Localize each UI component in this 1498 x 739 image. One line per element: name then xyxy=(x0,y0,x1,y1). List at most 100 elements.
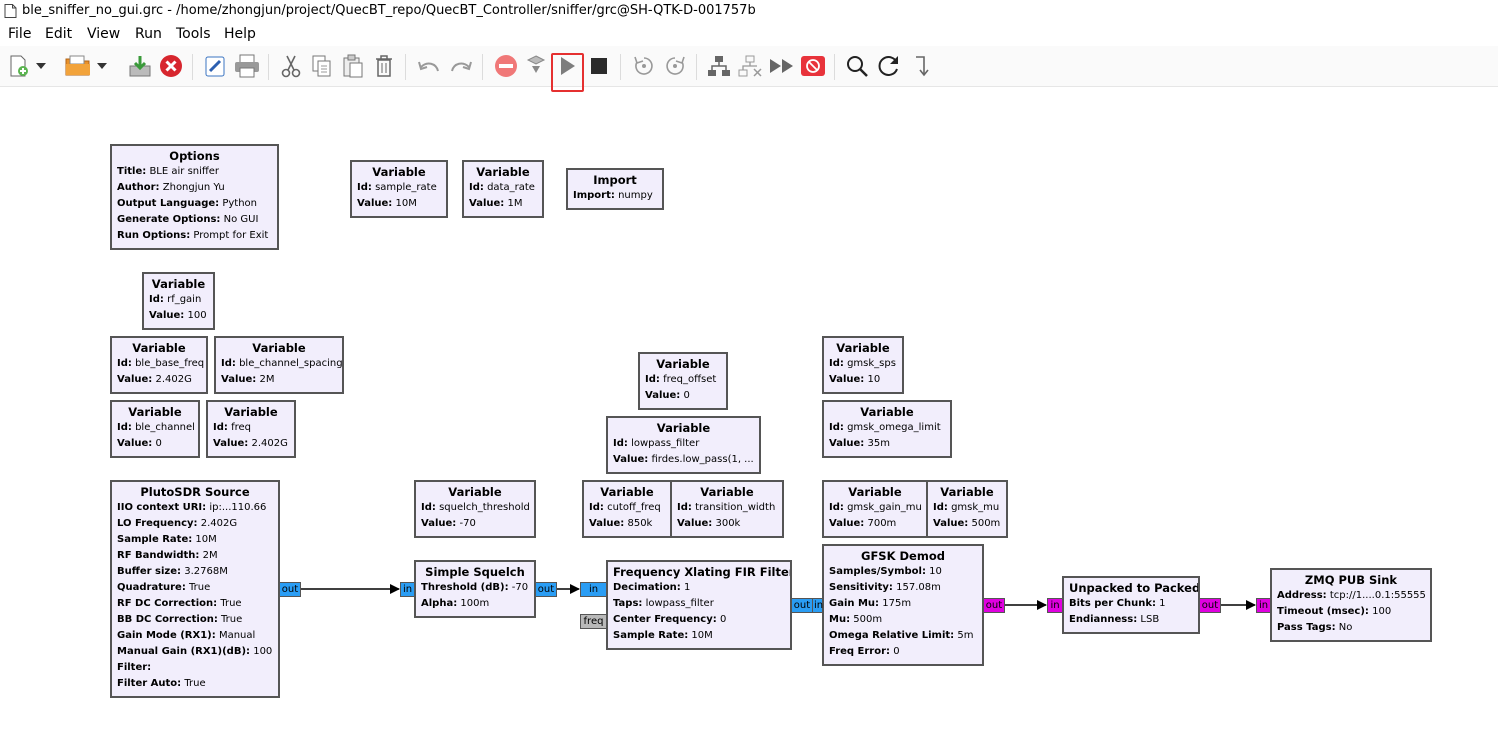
variable-squelch-threshold-block[interactable]: Variable Id: squelch_threshold Value: -7… xyxy=(414,480,536,538)
xlating-freq-port[interactable]: freq xyxy=(580,614,607,629)
squelch-out-port[interactable]: out xyxy=(535,582,557,597)
new-icon[interactable] xyxy=(5,52,33,80)
param-value: 300k xyxy=(715,518,741,529)
param-label: Value: xyxy=(829,518,865,529)
menu-run[interactable]: Run xyxy=(135,26,162,42)
param-value: cutoff_freq xyxy=(607,502,661,513)
options-block[interactable]: Options Title: BLE air sniffer Author: Z… xyxy=(110,144,279,250)
dropdown-icon[interactable] xyxy=(95,52,109,80)
gfsk-in-port[interactable]: in xyxy=(812,598,823,613)
stop-icon[interactable] xyxy=(585,52,613,80)
undo-icon[interactable] xyxy=(415,52,443,80)
kill-icon[interactable] xyxy=(799,52,827,80)
param-row: Value: 10 xyxy=(829,372,897,388)
import-block[interactable]: Import Import: numpy xyxy=(566,168,664,210)
menu-tools[interactable]: Tools xyxy=(176,26,211,42)
variable-ble-base-freq-block[interactable]: Variable Id: ble_base_freq Value: 2.402G xyxy=(110,336,208,394)
rotate-cw-icon[interactable] xyxy=(661,52,689,80)
delete-icon[interactable] xyxy=(370,52,398,80)
variable-gmsk-mu-block[interactable]: Variable Id: gmsk_mu Value: 500m xyxy=(926,480,1008,538)
param-value: Python xyxy=(222,198,258,209)
generate-icon[interactable] xyxy=(522,52,550,80)
param-label: Value: xyxy=(213,438,249,449)
variable-data-rate-block[interactable]: Variable Id: data_rate Value: 1M xyxy=(462,160,544,218)
redo-icon[interactable] xyxy=(447,52,475,80)
block-title: Import xyxy=(593,173,637,187)
gfsk-out-port[interactable]: out xyxy=(983,598,1005,613)
freq-xlating-fir-filter-block[interactable]: Frequency Xlating FIR Filter Decimation:… xyxy=(606,560,792,650)
variable-gmsk-sps-block[interactable]: Variable Id: gmsk_sps Value: 10 xyxy=(822,336,904,394)
find-icon[interactable] xyxy=(843,52,871,80)
menu-edit[interactable]: Edit xyxy=(45,26,72,42)
paste-icon[interactable] xyxy=(339,52,367,80)
unpacked-to-packed-block[interactable]: Unpacked to Packed Bits per Chunk: 1 End… xyxy=(1062,576,1200,634)
disable-icon[interactable] xyxy=(492,52,520,80)
cut-icon[interactable] xyxy=(277,52,305,80)
variable-freq-offset-block[interactable]: Variable Id: freq_offset Value: 0 xyxy=(638,352,728,410)
variable-cutoff-freq-block[interactable]: Variable Id: cutoff_freq Value: 850k xyxy=(582,480,672,538)
enable-block-icon[interactable] xyxy=(705,52,733,80)
variable-gmsk-gain-mu-block[interactable]: Variable Id: gmsk_gain_mu Value: 700m xyxy=(822,480,928,538)
param-value: ble_base_freq xyxy=(135,358,205,369)
param-row: Id: gmsk_gain_mu xyxy=(829,500,922,516)
param-row: Manual Gain (RX1)(dB): 100 xyxy=(117,644,273,660)
variable-sample-rate-block[interactable]: Variable Id: sample_rate Value: 10M xyxy=(350,160,448,218)
block-title: Variable xyxy=(848,485,902,499)
flowgraph-canvas[interactable]: Options Title: BLE air sniffer Author: Z… xyxy=(0,87,1498,739)
param-value: 1M xyxy=(507,198,523,209)
param-row: Value: firdes.low_pass(1, ... xyxy=(613,452,754,468)
open-icon[interactable] xyxy=(64,52,92,80)
close-icon[interactable] xyxy=(157,52,185,80)
param-label: Omega Relative Limit: xyxy=(829,630,955,641)
connect-icon[interactable] xyxy=(907,52,935,80)
param-row: Value: 35m xyxy=(829,436,945,452)
reload-icon[interactable] xyxy=(875,52,903,80)
menu-file[interactable]: File xyxy=(8,26,31,42)
param-value: 500m xyxy=(853,614,883,625)
param-label: Buffer size: xyxy=(117,566,182,577)
block-title: PlutoSDR Source xyxy=(140,485,250,499)
param-label: Value: xyxy=(613,454,649,465)
zmq-in-port[interactable]: in xyxy=(1256,598,1271,613)
variable-ble-channel-spacing-block[interactable]: Variable Id: ble_channel_spacing Value: … xyxy=(214,336,344,394)
block-title: Variable xyxy=(372,165,426,179)
print-icon[interactable] xyxy=(233,52,261,80)
menu-view[interactable]: View xyxy=(87,26,120,42)
unpacked-out-port[interactable]: out xyxy=(1199,598,1221,613)
param-label: Gain Mu: xyxy=(829,598,880,609)
param-row: IIO context URI: ip:...110.66 xyxy=(117,500,273,516)
xlating-out-port[interactable]: out xyxy=(791,598,813,613)
variable-rf-gain-block[interactable]: Variable Id: rf_gain Value: 100 xyxy=(142,272,215,330)
variable-freq-block[interactable]: Variable Id: freq Value: 2.402G xyxy=(206,400,296,458)
squelch-in-port[interactable]: in xyxy=(400,582,415,597)
disable-block-icon[interactable] xyxy=(736,52,764,80)
simple-squelch-block[interactable]: Simple Squelch Threshold (dB): -70 Alpha… xyxy=(414,560,536,618)
param-row: Import: numpy xyxy=(573,188,657,204)
param-value: numpy xyxy=(618,190,653,201)
zmq-pub-sink-block[interactable]: ZMQ PUB Sink Address: tcp://1....0.1:555… xyxy=(1270,568,1432,642)
rotate-ccw-icon[interactable] xyxy=(630,52,658,80)
xlating-in-port[interactable]: in xyxy=(580,582,607,597)
variable-lowpass-filter-block[interactable]: Variable Id: lowpass_filter Value: firde… xyxy=(606,416,761,474)
bypass-icon[interactable] xyxy=(768,52,796,80)
dropdown-icon[interactable] xyxy=(34,52,48,80)
pluto-out-port[interactable]: out xyxy=(279,582,301,597)
variable-ble-channel-block[interactable]: Variable Id: ble_channel Value: 0 xyxy=(110,400,200,458)
gfsk-demod-block[interactable]: GFSK Demod Samples/Symbol: 10 Sensitivit… xyxy=(822,544,984,666)
variable-transition-width-block[interactable]: Variable Id: transition_width Value: 300… xyxy=(670,480,784,538)
unpacked-in-port[interactable]: in xyxy=(1047,598,1063,613)
param-value: lowpass_filter xyxy=(645,598,714,609)
menu-help[interactable]: Help xyxy=(224,26,256,42)
plutosdr-source-block[interactable]: PlutoSDR Source IIO context URI: ip:...1… xyxy=(110,480,280,698)
variable-gmsk-omega-limit-block[interactable]: Variable Id: gmsk_omega_limit Value: 35m xyxy=(822,400,952,458)
save-icon[interactable] xyxy=(126,52,154,80)
param-row: Value: 2.402G xyxy=(117,372,201,388)
param-row: Value: 10M xyxy=(357,196,441,212)
param-label: Decimation: xyxy=(613,582,681,593)
edit-icon[interactable] xyxy=(201,52,229,80)
param-value: 35m xyxy=(867,438,890,449)
param-label: Id: xyxy=(421,502,436,513)
copy-icon[interactable] xyxy=(308,52,336,80)
block-title: Variable xyxy=(448,485,502,499)
param-label: Id: xyxy=(829,358,844,369)
